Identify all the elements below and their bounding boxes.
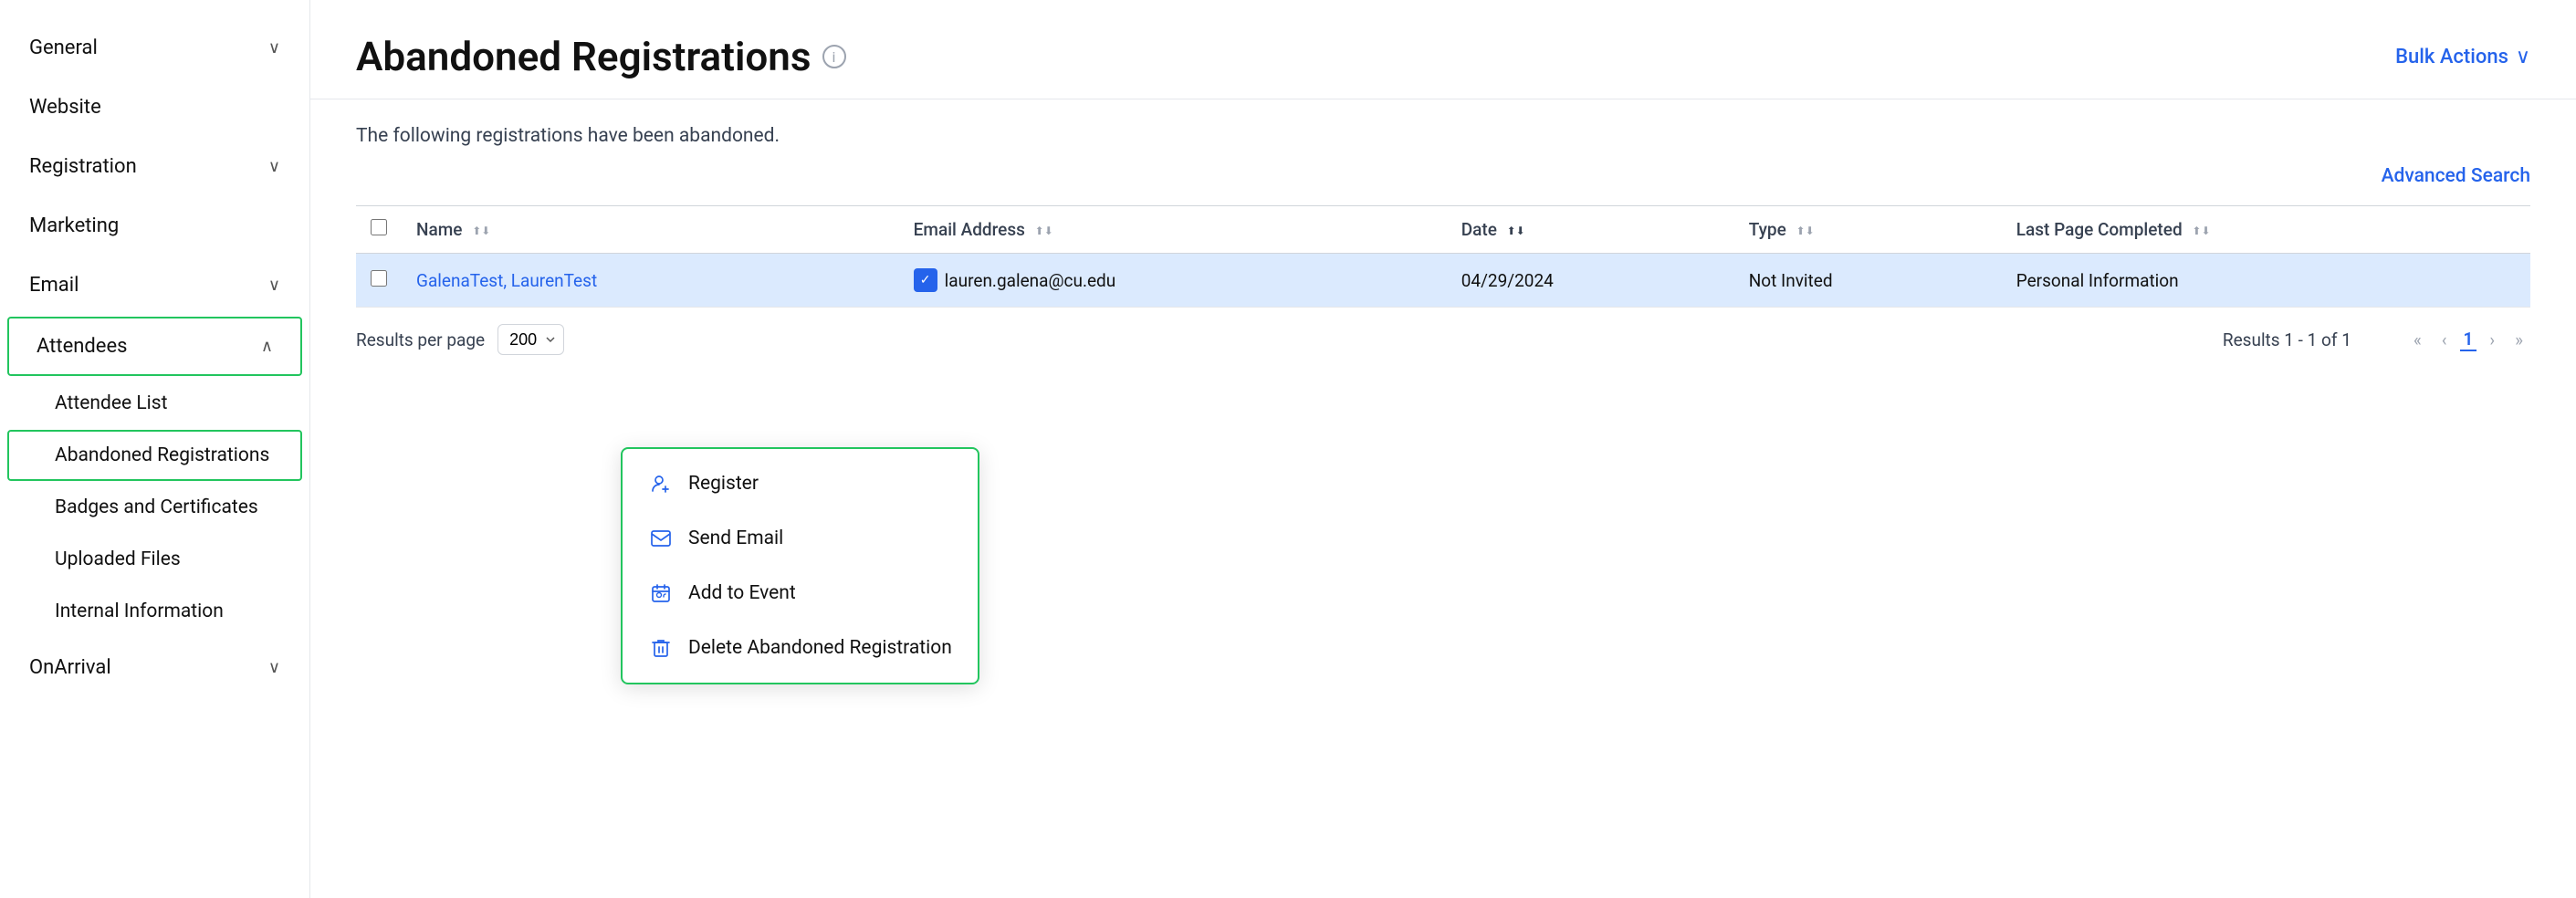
sidebar-item-label: Registration [29, 155, 137, 178]
sidebar-item-attendee-list[interactable]: Attendee List [7, 378, 302, 429]
sidebar-item-label: Email [29, 274, 79, 297]
table-header-row: Name ⬆⬇ Email Address ⬆⬇ Date ⬆⬇ Type ⬆⬇ [356, 206, 2530, 254]
pagination-current-page[interactable]: 1 [2460, 329, 2477, 351]
attendee-last-page: Personal Information [2016, 270, 2179, 291]
sidebar-sub-item-label: Badges and Certificates [55, 496, 258, 518]
header-email[interactable]: Email Address ⬆⬇ [899, 206, 1447, 254]
sidebar-sub-item-label: Abandoned Registrations [55, 444, 269, 466]
attendee-type: Not Invited [1749, 270, 1833, 291]
bulk-actions-label: Bulk Actions [2395, 46, 2508, 68]
per-page-select[interactable]: 200 50 100 [497, 324, 564, 355]
sidebar-item-onarrival[interactable]: OnArrival ∨ [0, 638, 309, 697]
sort-icon-date: ⬆⬇ [1507, 225, 1525, 236]
email-icon [648, 526, 674, 551]
subtitle-text: The following registrations have been ab… [356, 125, 2530, 147]
page-title: Abandoned Registrations [356, 33, 812, 80]
context-menu-send-email[interactable]: Send Email [623, 511, 978, 566]
attendee-date: 04/29/2024 [1461, 270, 1554, 291]
row-date-cell: 04/29/2024 [1447, 254, 1734, 308]
chevron-down-icon: ∨ [268, 157, 280, 176]
sort-icon-email: ⬆⬇ [1035, 225, 1053, 236]
header-last-page[interactable]: Last Page Completed ⬆⬇ [2002, 206, 2530, 254]
email-verified-icon: ✓ [914, 268, 937, 292]
context-menu-delete[interactable]: Delete Abandoned Registration [623, 621, 978, 675]
sidebar-item-internal-information[interactable]: Internal Information [7, 586, 302, 637]
sidebar-item-attendees[interactable]: Attendees ∧ [7, 317, 302, 376]
context-menu-register[interactable]: Register [623, 456, 978, 511]
sidebar-item-label: Website [29, 96, 101, 119]
advanced-search-link[interactable]: Advanced Search [2382, 165, 2530, 187]
main-content: Abandoned Registrations i Bulk Actions ∨… [310, 0, 2576, 898]
row-name-cell: GalenaTest, LaurenTest [402, 254, 899, 308]
context-menu-add-to-event-label: Add to Event [688, 582, 796, 604]
bulk-actions-button[interactable]: Bulk Actions ∨ [2395, 46, 2530, 68]
results-per-page: Results per page 200 50 100 [356, 324, 564, 355]
sort-icon-type: ⬆⬇ [1796, 225, 1815, 236]
header-checkbox-cell [356, 206, 402, 254]
page-header: Abandoned Registrations i Bulk Actions ∨ [310, 0, 2576, 99]
sidebar-item-email[interactable]: Email ∨ [0, 256, 309, 315]
results-per-page-label: Results per page [356, 329, 485, 350]
table-wrapper: Name ⬆⬇ Email Address ⬆⬇ Date ⬆⬇ Type ⬆⬇ [310, 205, 2576, 308]
advanced-search-bar: Advanced Search [310, 156, 2576, 196]
title-area: Abandoned Registrations i [356, 33, 846, 80]
chevron-down-icon: ∨ [268, 276, 280, 295]
pagination-prev[interactable]: ‹ [2435, 326, 2455, 354]
subtitle-bar: The following registrations have been ab… [310, 99, 2576, 156]
header-date[interactable]: Date ⬆⬇ [1447, 206, 1734, 254]
register-icon [648, 471, 674, 496]
select-all-checkbox[interactable] [371, 219, 387, 235]
sidebar-item-label: Attendees [37, 335, 127, 358]
sort-icon-last-page: ⬆⬇ [2192, 225, 2210, 236]
pagination-last[interactable]: » [2508, 326, 2530, 354]
sidebar-item-website[interactable]: Website [0, 78, 309, 137]
sidebar-sub-item-label: Internal Information [55, 600, 224, 622]
row-checkbox-cell [356, 254, 402, 308]
email-cell-content: ✓ lauren.galena@cu.edu [914, 268, 1432, 292]
results-info: Results 1 - 1 of 1 [2223, 329, 2351, 350]
sidebar-sub-item-label: Attendee List [55, 392, 167, 414]
pagination-next[interactable]: › [2482, 326, 2502, 354]
row-checkbox[interactable] [371, 270, 387, 287]
pagination-row: Results per page 200 50 100 Results 1 - … [310, 308, 2576, 371]
context-menu: Register Send Email Add to Event [621, 447, 979, 684]
pagination-first[interactable]: « [2406, 326, 2429, 354]
context-menu-add-to-event[interactable]: Add to Event [623, 566, 978, 621]
info-icon[interactable]: i [822, 45, 846, 68]
chevron-down-icon: ∨ [268, 658, 280, 677]
delete-icon [648, 635, 674, 661]
row-type-cell: Not Invited [1734, 254, 2002, 308]
sidebar: General ∨ Website Registration ∨ Marketi… [0, 0, 310, 898]
context-menu-send-email-label: Send Email [688, 527, 783, 549]
sidebar-item-registration[interactable]: Registration ∨ [0, 137, 309, 196]
chevron-down-icon: ∨ [268, 38, 280, 57]
attendee-email: lauren.galena@cu.edu [945, 270, 1116, 291]
row-last-page-cell: Personal Information [2002, 254, 2530, 308]
sidebar-item-label: General [29, 37, 98, 59]
sidebar-item-label: OnArrival [29, 656, 111, 679]
sidebar-sub-item-label: Uploaded Files [55, 548, 181, 570]
pagination-controls: « ‹ 1 › » [2406, 326, 2530, 354]
table-row: GalenaTest, LaurenTest ✓ lauren.galena@c… [356, 254, 2530, 308]
sidebar-item-label: Marketing [29, 214, 119, 237]
context-menu-delete-label: Delete Abandoned Registration [688, 637, 952, 659]
chevron-down-icon: ∨ [2516, 46, 2530, 68]
chevron-up-icon: ∧ [261, 337, 273, 356]
attendee-name-link[interactable]: GalenaTest, LaurenTest [416, 270, 597, 291]
sort-icon-name: ⬆⬇ [472, 225, 490, 236]
registrations-table: Name ⬆⬇ Email Address ⬆⬇ Date ⬆⬇ Type ⬆⬇ [356, 205, 2530, 308]
context-menu-register-label: Register [688, 473, 759, 495]
sidebar-item-general[interactable]: General ∨ [0, 18, 309, 78]
header-type[interactable]: Type ⬆⬇ [1734, 206, 2002, 254]
header-name[interactable]: Name ⬆⬇ [402, 206, 899, 254]
sidebar-item-uploaded-files[interactable]: Uploaded Files [7, 534, 302, 585]
sidebar-item-abandoned-registrations[interactable]: Abandoned Registrations [7, 430, 302, 481]
event-icon [648, 580, 674, 606]
row-email-cell: ✓ lauren.galena@cu.edu [899, 254, 1447, 308]
sidebar-item-badges-certificates[interactable]: Badges and Certificates [7, 482, 302, 533]
sidebar-item-marketing[interactable]: Marketing [0, 196, 309, 256]
